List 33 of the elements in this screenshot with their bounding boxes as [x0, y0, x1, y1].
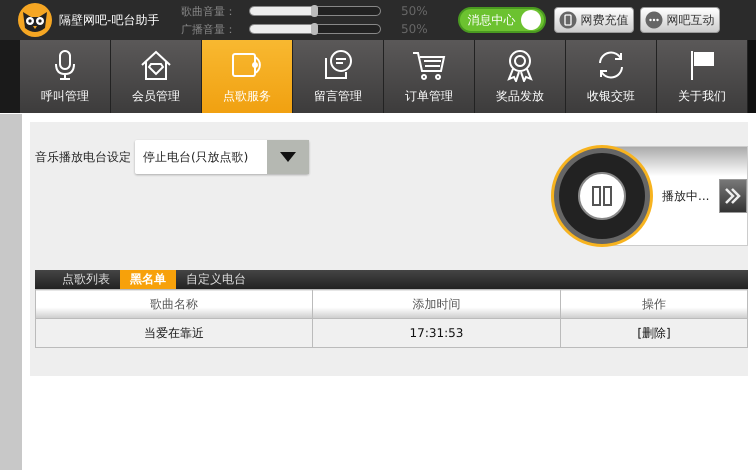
- volume-slider[interactable]: [249, 6, 381, 16]
- table-cell: 当爱在靠近: [36, 318, 312, 348]
- subtab[interactable]: 自定义电台: [176, 270, 256, 289]
- house-diamond-icon: [139, 48, 173, 82]
- subtab[interactable]: 点歌列表: [52, 270, 120, 289]
- nav-tab[interactable]: 订单管理: [384, 40, 475, 113]
- nav-tab[interactable]: 关于我们: [657, 40, 748, 113]
- volume-reading: 50%: [401, 4, 428, 18]
- nav-tab[interactable]: 会员管理: [111, 40, 202, 113]
- volume-label: 广播音量：: [181, 22, 237, 36]
- nav-tab[interactable]: 留言管理: [293, 40, 384, 113]
- pause-icon: [578, 172, 626, 220]
- table-cell: 17:31:53: [312, 318, 560, 348]
- top-button[interactable]: 网吧互动: [640, 7, 720, 33]
- next-button[interactable]: [719, 179, 747, 213]
- volume-reading: 50%: [401, 22, 428, 36]
- volume-slider[interactable]: [249, 24, 381, 34]
- nav-tab[interactable]: 收银交班: [566, 40, 657, 113]
- volume-label: 歌曲音量：: [181, 4, 237, 18]
- nav-tab[interactable]: 奖品发放: [475, 40, 566, 113]
- nav-tab[interactable]: 呼叫管理: [20, 40, 111, 113]
- caret-icon: [280, 152, 296, 162]
- playback-status: 播放中...: [662, 188, 710, 204]
- fast-forward-icon: [724, 187, 742, 205]
- delete-link[interactable]: [删除]: [637, 326, 671, 340]
- column-header: 操作: [560, 290, 748, 318]
- top-button[interactable]: 网费充值: [554, 7, 634, 33]
- column-header: 添加时间: [312, 290, 560, 318]
- radio-station-dropdown[interactable]: 停止电台(只放点歌): [135, 140, 309, 174]
- column-header: 歌曲名称: [36, 290, 312, 318]
- app-title: 隔壁网吧-吧台助手: [59, 12, 160, 28]
- pause-button[interactable]: [554, 148, 650, 244]
- radio-setting-label: 音乐播放电台设定: [35, 148, 131, 166]
